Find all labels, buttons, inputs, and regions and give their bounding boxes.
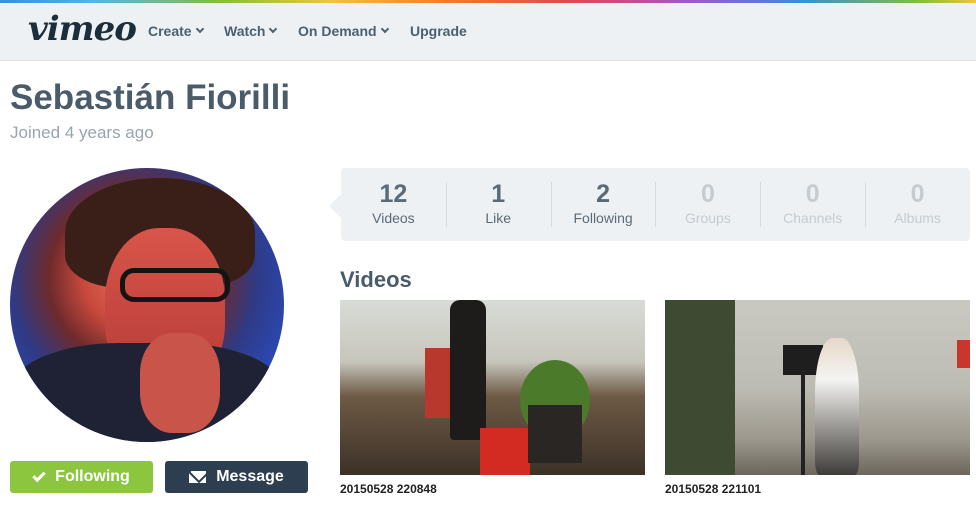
- nav-watch[interactable]: Watch: [224, 23, 278, 39]
- stat-label: Following: [573, 210, 633, 226]
- video-thumbnail[interactable]: [665, 300, 970, 475]
- chevron-down-icon: [269, 24, 278, 34]
- avatar-glasses: [120, 268, 230, 302]
- thumb-detail: [450, 300, 486, 440]
- top-navigation: vimeo Create Watch On Demand Upgrade: [0, 3, 976, 61]
- nav-create-label: Create: [148, 23, 192, 39]
- stat-label: Channels: [783, 210, 843, 226]
- thumb-detail: [528, 405, 582, 463]
- following-button-label: Following: [55, 468, 130, 485]
- stat-label: Like: [485, 210, 512, 226]
- thumb-detail: [957, 340, 970, 368]
- thumb-detail: [815, 338, 859, 475]
- message-button[interactable]: Message: [165, 461, 308, 493]
- video-title[interactable]: 20150528 221101: [665, 482, 761, 496]
- stat-count: 0: [805, 180, 820, 208]
- stat-groups: 0 Groups: [655, 168, 760, 241]
- envelope-icon: [189, 471, 207, 483]
- joined-date: Joined 4 years ago: [10, 123, 154, 142]
- thumb-detail: [480, 428, 530, 475]
- checkmark-icon: [32, 468, 46, 482]
- video-thumbnail[interactable]: [340, 300, 645, 475]
- nav-upgrade-label: Upgrade: [410, 23, 467, 39]
- thumb-detail: [665, 300, 735, 475]
- stat-following[interactable]: 2 Following: [550, 168, 656, 241]
- nav-upgrade[interactable]: Upgrade: [410, 23, 467, 39]
- stat-channels: 0 Channels: [760, 168, 865, 241]
- stat-albums: 0 Albums: [865, 168, 970, 241]
- stat-label: Groups: [684, 210, 731, 226]
- stat-count: 0: [700, 180, 715, 208]
- nav-on-demand-label: On Demand: [298, 23, 377, 39]
- video-title[interactable]: 20150528 220848: [340, 482, 437, 496]
- stat-label: Videos: [372, 210, 415, 226]
- stat-count: 12: [379, 180, 408, 208]
- vimeo-logo[interactable]: vimeo: [28, 9, 137, 49]
- nav-create[interactable]: Create: [148, 23, 204, 39]
- nav-watch-label: Watch: [224, 23, 266, 39]
- stat-count: 1: [491, 180, 506, 208]
- videos-heading[interactable]: Videos: [340, 267, 412, 293]
- stat-count: 0: [910, 180, 925, 208]
- stat-likes[interactable]: 1 Like: [445, 168, 551, 241]
- stat-count: 2: [596, 180, 611, 208]
- following-button[interactable]: Following: [10, 461, 153, 493]
- thumb-detail: [425, 348, 453, 418]
- profile-name: Sebastián Fiorilli: [10, 78, 291, 117]
- message-button-label: Message: [216, 468, 284, 485]
- thumb-detail: [801, 370, 805, 475]
- profile-stats-bar: 12 Videos 1 Like 2 Following 0 Groups 0 …: [329, 168, 970, 241]
- profile-avatar[interactable]: [10, 168, 284, 442]
- chevron-down-icon: [380, 24, 389, 34]
- nav-on-demand[interactable]: On Demand: [298, 23, 389, 39]
- stat-label: Albums: [894, 210, 941, 226]
- avatar-hand: [140, 333, 220, 433]
- stat-videos[interactable]: 12 Videos: [341, 168, 446, 241]
- chevron-down-icon: [195, 24, 204, 34]
